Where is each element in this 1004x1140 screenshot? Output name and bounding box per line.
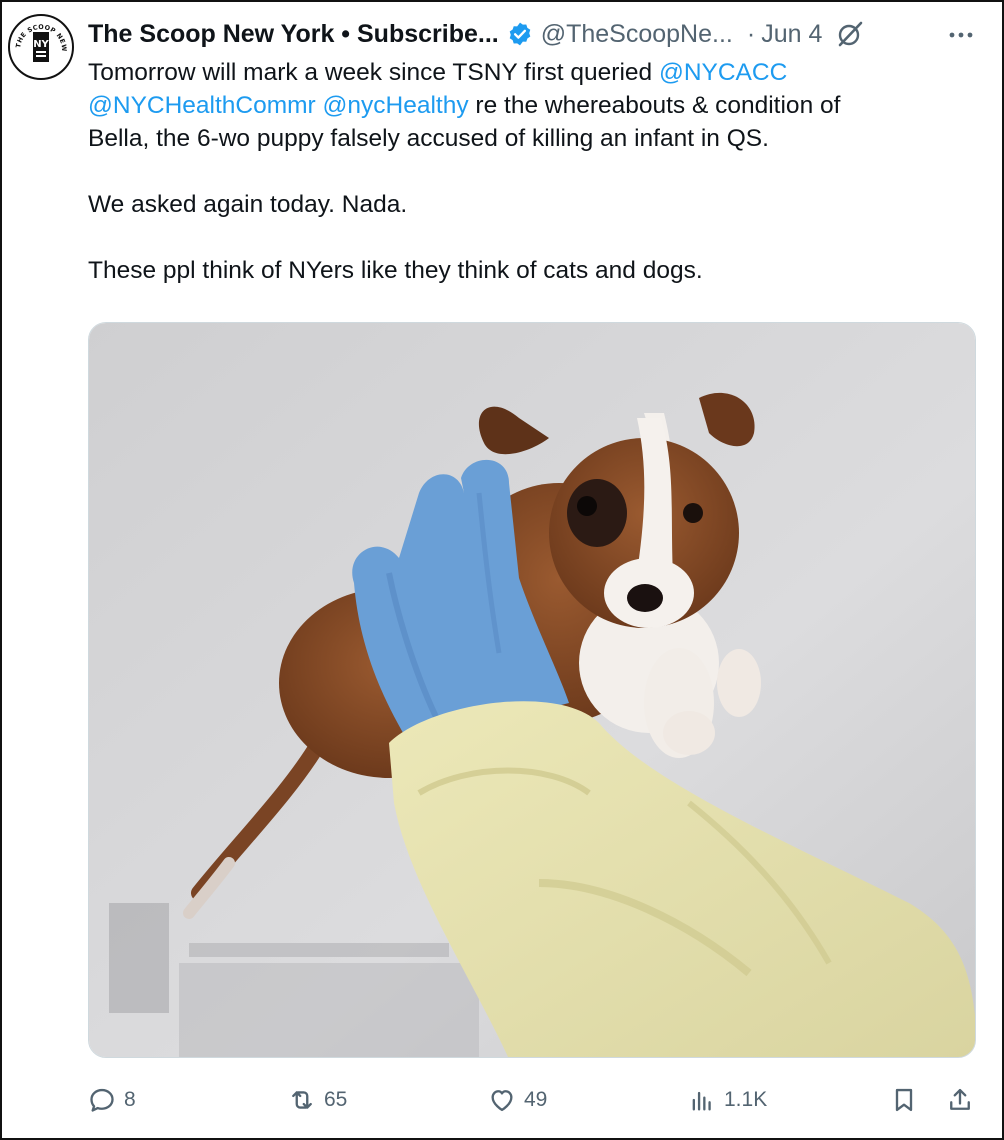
mention-link[interactable]: @nycHealthy bbox=[323, 92, 469, 119]
tweet-paragraph-3: These ppl think of NYers like they think… bbox=[88, 257, 703, 284]
puppy-photo bbox=[89, 323, 975, 1057]
reply-count: 8 bbox=[124, 1088, 136, 1111]
reply-icon bbox=[90, 1088, 114, 1112]
share-button[interactable] bbox=[946, 1080, 974, 1120]
reply-button[interactable]: 8 bbox=[88, 1080, 136, 1120]
tweet-text-line3: Bella, the 6-wo puppy falsely accused of… bbox=[88, 125, 769, 152]
views-button[interactable]: 1.1K bbox=[688, 1080, 767, 1120]
tweet-text-line1: Tomorrow will mark a week since TSNY fir… bbox=[88, 59, 659, 86]
views-count: 1.1K bbox=[724, 1088, 768, 1111]
separator-dot: · bbox=[746, 19, 756, 48]
tweet-paragraph-1: Tomorrow will mark a week since TSNY fir… bbox=[88, 56, 968, 155]
scoop-logo-icon: THE SCOOP NEW YORK NY bbox=[10, 16, 68, 62]
display-name[interactable]: The Scoop New York • Subscribe... bbox=[88, 20, 499, 49]
tweet-text: Tomorrow will mark a week since TSNY fir… bbox=[88, 56, 968, 287]
tweet-header: The Scoop New York • Subscribe... @TheSc… bbox=[88, 16, 982, 52]
more-icon[interactable] bbox=[946, 20, 976, 50]
tweet-text-line2: re the whereabouts & condition of bbox=[468, 92, 841, 119]
bookmark-button[interactable] bbox=[890, 1080, 918, 1120]
user-handle[interactable]: @TheScoopNe... bbox=[541, 20, 733, 49]
share-icon bbox=[950, 1088, 970, 1110]
repost-button[interactable]: 65 bbox=[288, 1080, 347, 1120]
bookmark-icon bbox=[895, 1088, 913, 1112]
tweet-date[interactable]: Jun 4 bbox=[761, 20, 822, 49]
views-icon bbox=[692, 1091, 711, 1111]
grok-icon[interactable] bbox=[836, 20, 864, 48]
avatar[interactable]: THE SCOOP NEW YORK NY bbox=[8, 14, 74, 80]
like-button[interactable]: 49 bbox=[488, 1080, 547, 1120]
tweet-media-photo[interactable] bbox=[88, 322, 976, 1058]
avatar-letters: NY bbox=[33, 39, 49, 50]
repost-count: 65 bbox=[324, 1088, 348, 1111]
mention-link[interactable]: @NYCACC bbox=[659, 59, 787, 86]
tweet-paragraph-2: We asked again today. Nada. bbox=[88, 191, 408, 218]
tweet-card[interactable]: THE SCOOP NEW YORK NY The Scoop New York… bbox=[0, 0, 1004, 1140]
repost-icon bbox=[292, 1091, 312, 1109]
mention-link[interactable]: @NYCHealthCommr bbox=[88, 92, 316, 119]
heart-icon bbox=[491, 1090, 513, 1112]
verified-badge-icon bbox=[509, 22, 531, 46]
like-count: 49 bbox=[524, 1088, 548, 1111]
tweet-action-bar: 8 65 49 1.1K bbox=[88, 1080, 978, 1120]
